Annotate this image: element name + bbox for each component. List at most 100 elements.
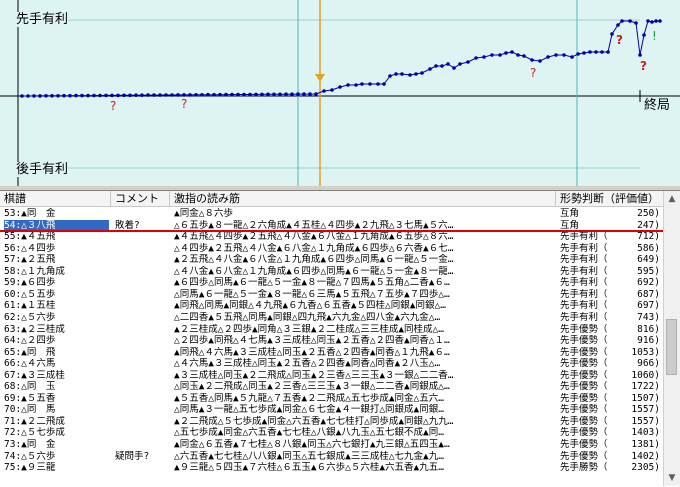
scroll-down-icon[interactable]: ▼	[665, 471, 679, 485]
evaluation-point	[346, 83, 350, 87]
header-reading-line[interactable]: 激指の読み筋	[170, 191, 556, 206]
move-cell: 74:△５六歩	[4, 450, 56, 462]
move-cell: 60:△５五歩	[4, 288, 56, 300]
current-move-arrow	[315, 74, 325, 82]
evaluation-point	[610, 32, 614, 36]
reading-line-cell: ▲５五香△同馬▲５九龍△７五香▲２二飛成△五七歩成▲同金△五六…	[174, 392, 444, 404]
move-cell: 57:▲２五飛	[4, 254, 56, 266]
evaluation-point	[638, 53, 642, 57]
evaluation-point	[634, 21, 638, 25]
eval-value-cell: 1722)	[631, 381, 660, 393]
table-row[interactable]: 73:▲同 金 ▲同金△６五香▲７七桂△８八銀▲同玉△六七銀打▲九三銀△五四玉▲……	[0, 439, 664, 450]
table-row[interactable]: 74:△５六歩 疑問手? △六五香▲七七桂△八八銀▲同玉△五七銀成▲三三成桂△七九金…	[0, 451, 664, 462]
evaluation-point	[588, 50, 592, 54]
reading-line-cell: ▲２三桂成△２四歩▲同角△３三銀▲２二桂成△三三桂成▲同桂成△…	[174, 323, 444, 335]
eval-value-cell: 1507)	[631, 392, 660, 404]
table-row[interactable]: 75:▲９三龍 ▲９三龍△５四玉▲７六桂△６五玉▲６六歩△５六桂▲六五香▲九五… 先…	[0, 462, 664, 473]
table-row[interactable]: 59:▲６四歩 ▲６四歩△同馬▲６一龍△５一金▲８一龍△７四馬▲５五角△二香▲６……	[0, 277, 664, 288]
table-row[interactable]: 60:△５五歩 △同馬▲６一龍△５一金▲８一龍△６三馬▲５五飛△７五歩▲７四歩△……	[0, 289, 664, 300]
table-row[interactable]: 66:△４六馬 △４六馬▲３三成桂△同玉▲２五香△２四香▲同香△同香▲２八玉△… 先…	[0, 358, 664, 369]
eval-value-cell: 712)	[637, 231, 660, 243]
table-row[interactable]: 65:▲同 飛 ▲同飛△４六馬▲３三成桂△同玉▲２五香△２四香▲同香△１九飛▲６……	[0, 347, 664, 358]
table-row[interactable]: 70:△同 馬 △同馬▲３一龍△五七歩成▲同金△６七金▲４一銀打△同銀成▲同銀… 先…	[0, 404, 664, 415]
header-move[interactable]: 棋譜	[0, 191, 111, 206]
move-cell: 58:△１九角成	[4, 265, 65, 277]
table-row[interactable]: 72:△５七歩成 △五七歩成▲同金△六五香▲七七桂△八銀▲八九玉△五七銀不成▲同……	[0, 427, 664, 438]
gote-advantage-label: 後手有利	[16, 162, 69, 177]
evaluation-point	[646, 19, 650, 23]
evaluation-point	[134, 93, 138, 97]
evaluation-point	[32, 94, 36, 98]
evaluation-point	[314, 92, 318, 96]
header-judgement[interactable]: 形勢判断（評価値）	[556, 191, 664, 206]
evaluation-point	[278, 92, 282, 97]
evaluation-point	[302, 92, 306, 96]
table-row[interactable]: 67:▲３三成桂 ▲３三成桂△同玉▲２二飛成△同玉▲２三香△三三玉▲３一銀△二二香…	[0, 370, 664, 381]
evaluation-point	[330, 88, 334, 92]
header-comment[interactable]: コメント	[111, 191, 170, 206]
eval-value-cell: 743)	[637, 311, 660, 323]
reading-line-cell: △４四歩▲２五飛△４八金▲６八金△１九角成▲６四歩△６六香▲６七…	[174, 242, 454, 254]
evaluation-point	[516, 53, 520, 57]
judgement-cell: 先手有利（	[560, 288, 608, 300]
evaluation-point	[98, 93, 102, 98]
table-row[interactable]: 69:▲５五香 ▲５五香△同馬▲５九龍△７五香▲２二飛成△五七歩成▲同金△五六… 先…	[0, 393, 664, 404]
eval-value-cell: 697)	[637, 300, 660, 312]
move-cell: 72:△５七歩成	[4, 427, 65, 439]
evaluation-point	[538, 59, 542, 63]
vertical-scrollbar[interactable]: ▲ ▼	[663, 191, 680, 486]
table-row[interactable]: 63:▲２三桂成 ▲２三桂成△２四歩▲同角△３三銀▲２二桂成△三三桂成▲同桂成△……	[0, 324, 664, 335]
evaluation-point	[482, 55, 486, 59]
mistake-mark-1: ?	[110, 99, 116, 113]
evaluation-graph-canvas[interactable]: ? ? ? ? ? !	[0, 0, 680, 186]
move-cell: 53:▲同 金	[4, 208, 56, 219]
evaluation-point	[440, 64, 444, 68]
scrollbar-thumb[interactable]	[666, 319, 677, 375]
move-cell: 59:▲６四歩	[4, 277, 56, 289]
reading-line-cell: ▲同飛△４六馬▲３三成桂△同玉▲２五香△２四香▲同香△１九飛▲６…	[174, 346, 450, 358]
evaluation-graph[interactable]: ? ? ? ? ? ! 先手有利 後手有利 終局	[0, 0, 680, 187]
evaluation-point	[570, 55, 574, 59]
mistake-mark-2: ?	[181, 97, 187, 111]
evaluation-point	[74, 93, 78, 98]
judgement-cell: 先手有利（	[560, 254, 608, 266]
reading-line-cell: △４六馬▲３三成桂△同玉▲２五香△２四香▲同香△同香▲２八玉△…	[174, 358, 441, 370]
game-end-label: 終局	[644, 98, 671, 113]
evaluation-point	[164, 93, 168, 97]
evaluation-point	[582, 51, 586, 55]
judgement-cell: 先手有利（	[560, 242, 608, 254]
scroll-up-icon[interactable]: ▲	[665, 192, 679, 206]
evaluation-point	[218, 92, 222, 97]
evaluation-point	[176, 93, 180, 97]
eval-value-cell: 1403)	[631, 427, 660, 439]
table-row[interactable]: 55:▲４五飛 ▲４五飛△４四歩▲２五飛△４八金▲６八金△１九角成▲６五歩△８六……	[0, 231, 664, 242]
evaluation-point	[576, 52, 580, 56]
evaluation-point	[600, 50, 604, 54]
kifu-analysis-table[interactable]: 棋譜 コメント 激指の読み筋 形勢判断（評価値） 53:▲同 金 ▲同金△８六歩 互…	[0, 190, 680, 487]
table-row[interactable]: 71:▲２二飛成 ▲２二飛成△５七歩成▲同金△六五香▲七七桂打△同歩成▲同銀△九九…	[0, 416, 664, 427]
eval-value-cell: 250)	[637, 208, 660, 219]
evaluation-point	[170, 93, 174, 97]
table-row[interactable]: 53:▲同 金 ▲同金△８六歩 互角 250)	[0, 208, 664, 219]
table-row[interactable]: 58:△１九角成 △４八金▲６八金△１九角成▲６四歩△同馬▲６一龍△５一金▲８一龍…	[0, 266, 664, 277]
mistake-mark-4: ?	[616, 33, 623, 47]
table-row[interactable]: 57:▲２五飛 ▲２五飛△４八金▲６八金△１九角成▲６四歩△同馬▲６一龍△５一金……	[0, 254, 664, 265]
evaluation-point	[26, 94, 30, 98]
evaluation-point	[152, 93, 156, 97]
evaluation-point	[272, 92, 276, 97]
table-row[interactable]: 56:△４四歩 △４四歩▲２五飛△４八金▲６八金△１九角成▲６四歩△６六香▲６七……	[0, 243, 664, 254]
evaluation-point	[434, 64, 438, 68]
mistake-mark-5: ?	[640, 59, 647, 73]
table-row[interactable]: 62:△５六歩 △二四香▲５五飛△同馬▲同銀△四九飛▲六九金△四八金▲六九金△… 先…	[0, 312, 664, 323]
table-row[interactable]: 68:△同 玉 △同玉▲２二飛成△同玉▲２三香△三三玉▲３一銀△二二香▲同銀成△……	[0, 381, 664, 392]
evaluation-point	[606, 50, 610, 54]
move-cell: 71:▲２二飛成	[4, 415, 65, 427]
evaluation-point	[128, 93, 132, 98]
table-row[interactable]: 61:▲１五桂 ▲同飛△同馬▲同銀△４九飛▲６九香△６五香▲５四桂△同銀▲同銀△……	[0, 300, 664, 311]
evaluation-point	[158, 93, 162, 97]
evaluation-point	[146, 93, 150, 97]
eval-value-cell: 916)	[637, 335, 660, 347]
sente-advantage-label: 先手有利	[16, 12, 69, 27]
table-row[interactable]: 64:△２四歩 △２四歩▲同飛△４七馬▲３三成桂△同玉▲２五香△２四香▲同香△１……	[0, 335, 664, 346]
evaluation-point	[490, 53, 494, 57]
